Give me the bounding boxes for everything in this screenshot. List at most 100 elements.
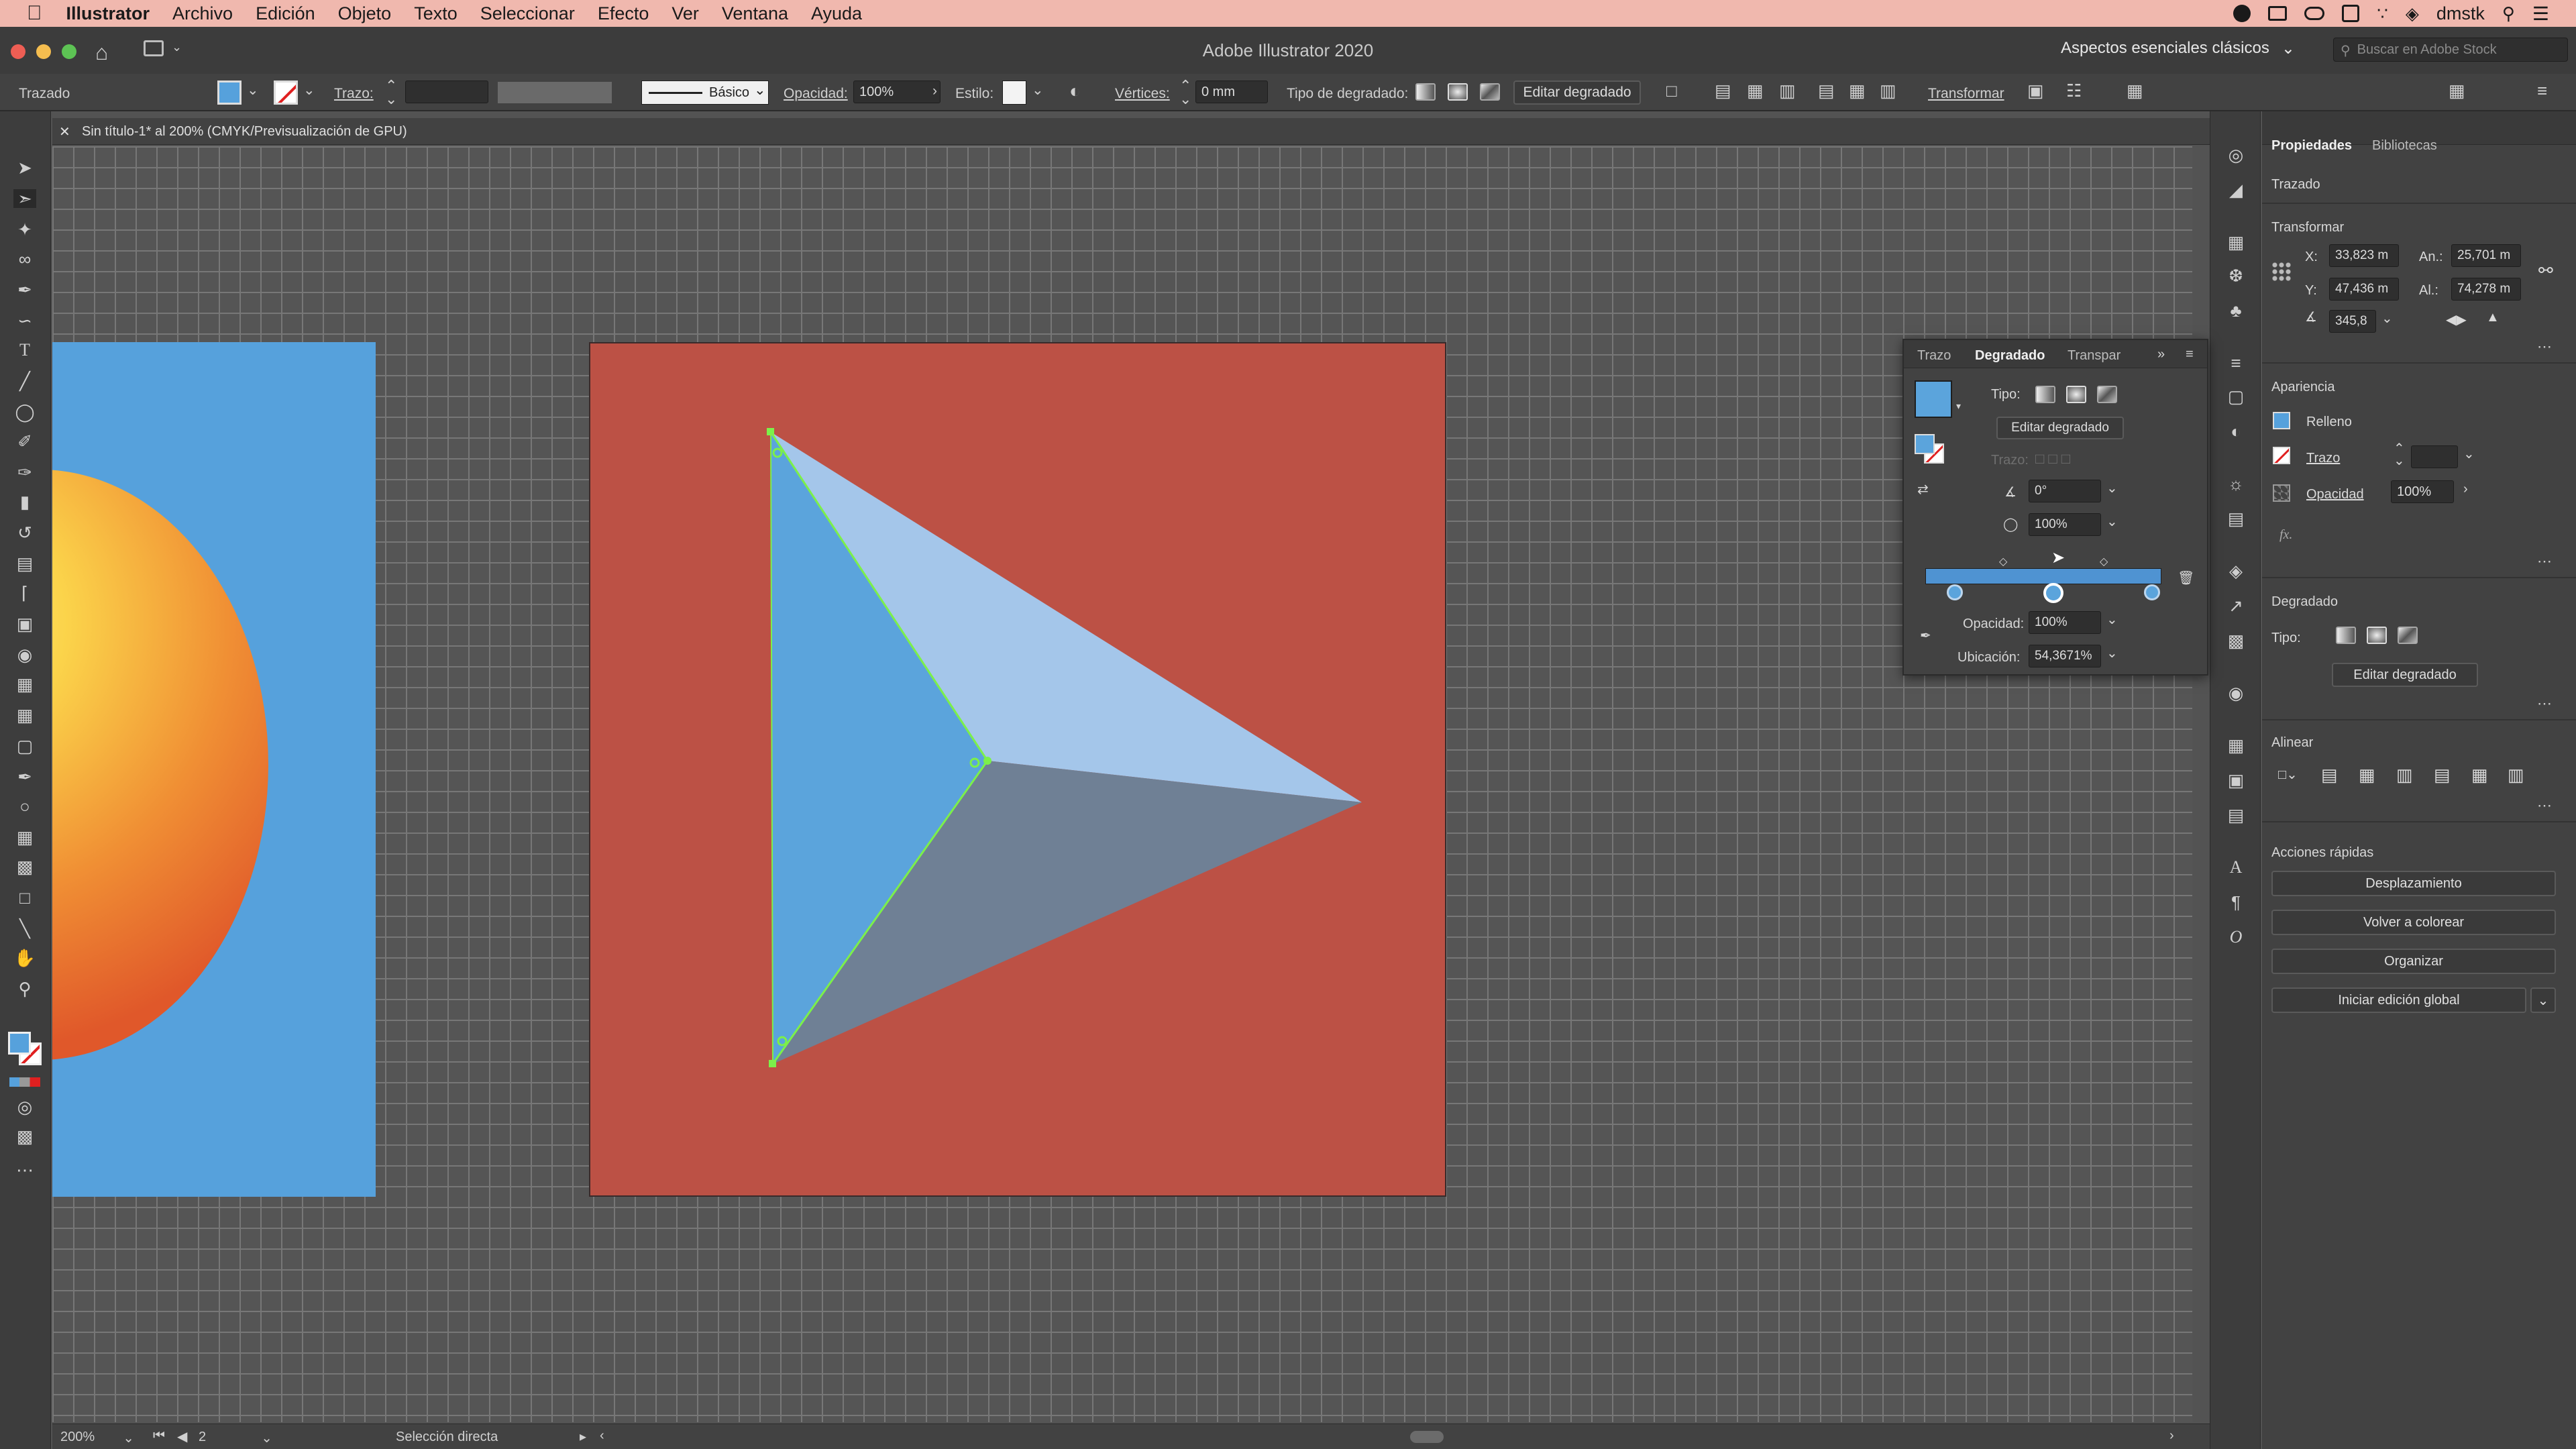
edit-gradient-button[interactable]: Editar degradado <box>1513 80 1641 105</box>
arrange-button[interactable]: Organizar <box>2271 949 2556 974</box>
y-field[interactable]: 47,436 m <box>2329 278 2399 301</box>
more-tools-icon[interactable]: ⋯ <box>13 1161 36 1179</box>
midpoint-diamond-icon[interactable]: ◇ <box>1999 555 2007 568</box>
gradient-fill-swatch[interactable] <box>1915 380 1952 418</box>
anchor-point[interactable] <box>983 757 991 765</box>
collapse-panel-icon[interactable]: » <box>2157 347 2165 362</box>
stop-opacity-field[interactable]: 100% <box>2029 611 2101 634</box>
horizontal-scrollbar[interactable] <box>1410 1431 1444 1443</box>
shaper-tool-icon[interactable]: ✑ <box>13 463 36 482</box>
fill-swatch-small[interactable] <box>2273 412 2290 429</box>
close-icon[interactable]: ✕ <box>59 123 70 140</box>
angle-field[interactable]: 0° <box>2029 480 2101 502</box>
triangle-artwork[interactable] <box>590 343 1448 1198</box>
symbol-sprayer-tool-icon[interactable]: ▦ <box>13 828 36 847</box>
apple-icon[interactable]:  <box>27 2 42 25</box>
curvature-tool-icon[interactable]: ∽ <box>13 311 36 330</box>
chevron-right-icon[interactable]: › <box>2463 482 2468 497</box>
recolor-icon[interactable]: ◐ <box>1069 80 1081 102</box>
transform-panel-icon[interactable]: ▦ <box>2225 735 2247 755</box>
bluetooth-icon[interactable]: ∵ <box>2377 3 2388 24</box>
puppet-warp-icon[interactable]: ☷ <box>2066 80 2082 101</box>
menu-ventana[interactable]: Ventana <box>722 3 788 24</box>
artboard-tool-icon[interactable]: □ <box>13 888 36 907</box>
transparency-panel-icon[interactable]: ◐ <box>2225 421 2247 441</box>
chevron-down-icon[interactable]: ⌄ <box>1032 82 1044 99</box>
brush-definition[interactable]: Básico <box>641 80 769 105</box>
stepper-icon[interactable]: ⌃ ⌄ <box>1179 78 1191 107</box>
menubar-user[interactable]: dmstk <box>2436 3 2485 24</box>
artboard-icon[interactable]: □ <box>1666 80 1677 101</box>
first-artboard-icon[interactable]: ⏮ <box>153 1428 165 1444</box>
chevron-down-icon[interactable]: ⌄ <box>2106 513 2118 530</box>
chevron-down-icon[interactable]: ⌄ <box>2463 445 2475 462</box>
appearance-opacity-field[interactable]: 100% <box>2391 480 2454 503</box>
envelope-icon[interactable]: ▦ <box>2127 80 2143 101</box>
radial-gradient-icon[interactable] <box>2367 627 2387 644</box>
chevron-down-icon[interactable]: ⌄ <box>754 82 766 99</box>
height-field[interactable]: 74,278 m <box>2451 278 2521 301</box>
swatches-panel-icon[interactable]: ▦ <box>2225 232 2247 252</box>
mesh-tool-icon[interactable]: ▦ <box>13 706 36 724</box>
global-edit-options-button[interactable]: ⌄ <box>2530 987 2556 1013</box>
close-window-button[interactable] <box>11 44 25 59</box>
graphic-style-swatch[interactable] <box>1002 80 1026 105</box>
chevron-down-icon[interactable]: ⌄ <box>172 40 182 54</box>
freeform-gradient-icon[interactable] <box>2398 627 2418 644</box>
rotate-field[interactable]: 345,8 <box>2329 310 2376 333</box>
fx-icon[interactable]: fx. <box>2279 527 2292 543</box>
appearance-panel-icon[interactable]: ☼ <box>2225 474 2247 494</box>
align-right-icon[interactable]: ▥ <box>2396 765 2413 786</box>
align-panel-icon[interactable]: ▤ <box>2225 805 2247 825</box>
menu-objeto[interactable]: Objeto <box>338 3 392 24</box>
width-field[interactable]: 25,701 m <box>2451 244 2521 267</box>
direct-selection-tool-icon[interactable]: ➣ <box>13 189 36 208</box>
paintbrush-tool-icon[interactable]: ✐ <box>13 432 36 451</box>
gradient-stop-point[interactable] <box>969 757 980 768</box>
opacity-field[interactable]: 100% <box>853 80 941 103</box>
more-options-icon[interactable]: ⋯ <box>2537 553 2553 570</box>
left-artboard[interactable] <box>52 342 376 1197</box>
brushes-panel-icon[interactable]: ❆ <box>2225 266 2247 286</box>
scale-tool-icon[interactable]: ▤ <box>13 554 36 573</box>
cc-libraries-icon[interactable]: ◉ <box>2225 683 2247 703</box>
artboard-field[interactable]: 2 ⌄ <box>199 1430 272 1446</box>
align-right-icon[interactable]: ▥ <box>1779 80 1796 101</box>
aspect-ratio-field[interactable]: 100% <box>2029 513 2101 536</box>
stroke-weight-field[interactable] <box>405 80 488 103</box>
tab-stroke[interactable]: Trazo <box>1917 348 1951 364</box>
eraser-tool-icon[interactable]: ▮ <box>13 492 36 511</box>
align-to-icon[interactable]: □⌄ <box>2278 766 2298 783</box>
recolor-button[interactable]: Volver a colorear <box>2271 910 2556 935</box>
anchor-point[interactable] <box>769 1060 776 1067</box>
zoom-field[interactable]: 200% ⌄ <box>60 1430 134 1446</box>
stepper-icon[interactable]: ⌃ ⌄ <box>385 78 397 107</box>
menu-efecto[interactable]: Efecto <box>598 3 649 24</box>
home-icon[interactable]: ⌂ <box>95 40 108 65</box>
linear-gradient-icon[interactable] <box>1415 83 1436 101</box>
stroke-panel-icon[interactable]: ≡ <box>2225 353 2247 373</box>
prev-artboard-icon[interactable]: ◀ <box>177 1428 187 1445</box>
align-bottom-icon[interactable]: ▥ <box>2508 765 2524 786</box>
align-center-icon[interactable]: ▦ <box>1747 80 1764 101</box>
wifi-icon[interactable]: ◈ <box>2406 3 2419 24</box>
lasso-tool-icon[interactable]: ∞ <box>13 250 36 268</box>
more-options-icon[interactable]: ⋯ <box>2537 797 2553 814</box>
isolate-icon[interactable]: ▣ <box>2027 80 2044 101</box>
scroll-left-icon[interactable]: ‹ <box>600 1428 604 1444</box>
flip-horizontal-icon[interactable]: ◀▶ <box>2446 311 2467 328</box>
chevron-down-icon[interactable]: ⌄ <box>2106 480 2118 496</box>
gradient-slider[interactable] <box>1925 568 2161 584</box>
line-tool-icon[interactable]: ╱ <box>13 372 36 390</box>
radial-gradient-icon[interactable] <box>1448 83 1468 101</box>
chevron-right-icon[interactable]: › <box>932 83 937 99</box>
slice-tool-icon[interactable]: ╲ <box>13 919 36 938</box>
zoom-tool-icon[interactable]: ⚲ <box>13 979 36 998</box>
sun-circle[interactable] <box>52 470 268 1060</box>
paragraph-panel-icon[interactable]: ¶ <box>2225 892 2247 912</box>
layers-panel-icon[interactable]: ◈ <box>2225 561 2247 581</box>
appearance-opacity-label[interactable]: Opacidad <box>2306 487 2364 502</box>
magic-wand-tool-icon[interactable]: ✦ <box>13 220 36 239</box>
panel-menu-icon[interactable]: ≡ <box>2186 347 2194 362</box>
tab-properties[interactable]: Propiedades <box>2271 138 2352 154</box>
